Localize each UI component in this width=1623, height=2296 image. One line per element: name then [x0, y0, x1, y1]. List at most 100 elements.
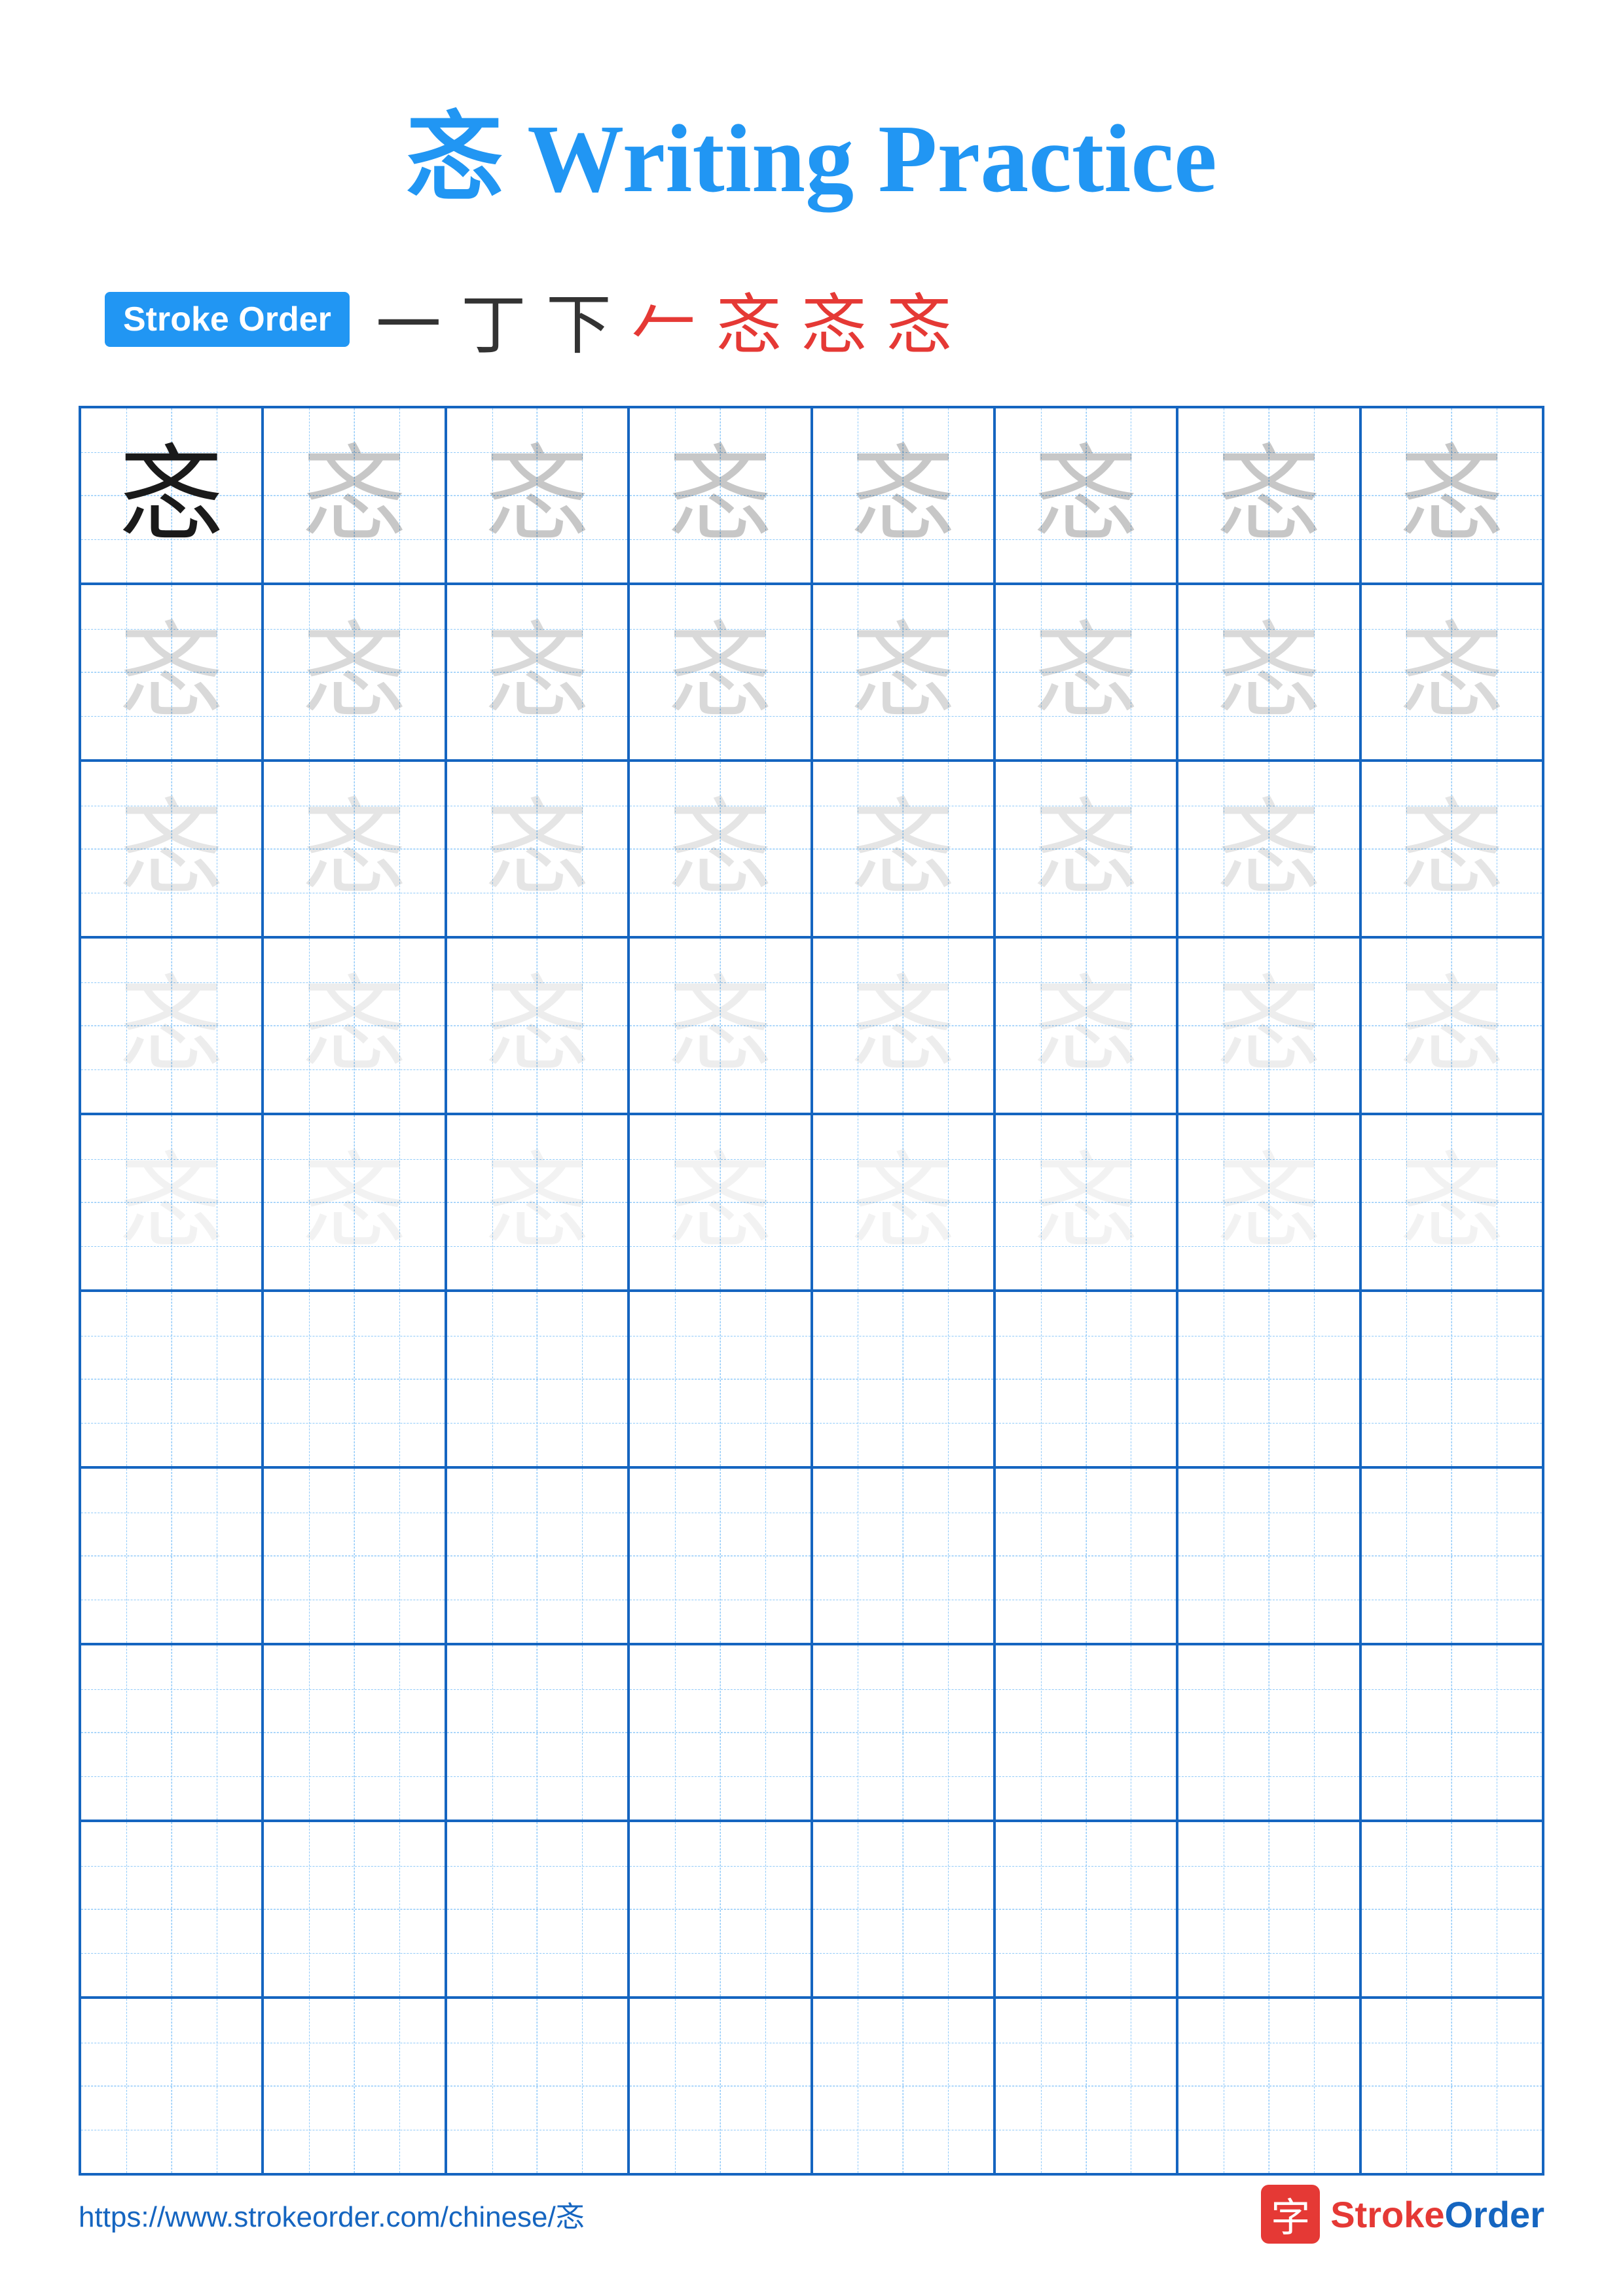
grid-cell[interactable]: 忞: [812, 407, 994, 584]
grid-cell[interactable]: 忞: [629, 761, 811, 937]
grid-cell[interactable]: [994, 1821, 1177, 1998]
grid-cell[interactable]: 忞: [446, 407, 629, 584]
page-container: 忞 Writing Practice Stroke Order 一 丁 下 𠂉 …: [0, 0, 1623, 2296]
grid-cell[interactable]: 忞: [446, 1114, 629, 1291]
grid-cell[interactable]: 忞: [994, 584, 1177, 761]
grid-cell[interactable]: 忞: [80, 407, 263, 584]
grid-cell[interactable]: 忞: [263, 937, 445, 1114]
grid-cell[interactable]: [263, 1467, 445, 1644]
grid-cell[interactable]: [812, 1821, 994, 1998]
grid-cell[interactable]: 忞: [1177, 1114, 1360, 1291]
grid-cell[interactable]: 忞: [1360, 937, 1543, 1114]
grid-cell[interactable]: [80, 1467, 263, 1644]
grid-cell[interactable]: 忞: [80, 584, 263, 761]
grid-cell[interactable]: 忞: [1360, 407, 1543, 584]
grid-cell[interactable]: 忞: [80, 1114, 263, 1291]
grid-cell[interactable]: [812, 1467, 994, 1644]
grid-cell[interactable]: [994, 1467, 1177, 1644]
grid-row-4: 忞 忞: [80, 937, 1543, 1114]
grid-cell[interactable]: 忞: [1177, 407, 1360, 584]
grid-cell[interactable]: 忞: [1360, 1114, 1543, 1291]
grid-cell[interactable]: [446, 1644, 629, 1821]
grid-cell[interactable]: [994, 1291, 1177, 1467]
grid-cell[interactable]: [1177, 1998, 1360, 2174]
grid-cell[interactable]: 忞: [812, 937, 994, 1114]
grid-cell[interactable]: 忞: [446, 937, 629, 1114]
practice-char: 忞: [119, 1150, 224, 1255]
grid-cell[interactable]: [1177, 1467, 1360, 1644]
grid-row-1: 忞 忞: [80, 407, 1543, 584]
grid-cell[interactable]: [994, 1644, 1177, 1821]
grid-cell[interactable]: [263, 1998, 445, 2174]
practice-char: 忞: [484, 973, 589, 1078]
grid-row-8: [80, 1644, 1543, 1821]
grid-cell[interactable]: 忞: [994, 1114, 1177, 1291]
practice-char: 忞: [484, 443, 589, 548]
grid-cell[interactable]: [446, 1998, 629, 2174]
grid-cell[interactable]: [263, 1291, 445, 1467]
grid-cell[interactable]: 忞: [994, 937, 1177, 1114]
grid-cell[interactable]: [1177, 1644, 1360, 1821]
grid-cell[interactable]: 忞: [1177, 584, 1360, 761]
grid-cell[interactable]: [629, 1291, 811, 1467]
footer-url[interactable]: https://www.strokeorder.com/chinese/忞: [79, 2193, 585, 2235]
grid-cell[interactable]: 忞: [629, 584, 811, 761]
grid-cell[interactable]: [1360, 1467, 1543, 1644]
grid-cell[interactable]: [263, 1644, 445, 1821]
grid-cell[interactable]: [80, 1821, 263, 1998]
grid-cell[interactable]: [629, 1821, 811, 1998]
stroke-6: 忞: [801, 272, 867, 367]
grid-cell[interactable]: [446, 1467, 629, 1644]
stroke-5: 忞: [716, 272, 782, 367]
grid-cell[interactable]: [1360, 1998, 1543, 2174]
grid-cell[interactable]: 忞: [1360, 584, 1543, 761]
grid-cell[interactable]: [446, 1291, 629, 1467]
grid-cell[interactable]: 忞: [263, 761, 445, 937]
grid-cell[interactable]: 忞: [629, 1114, 811, 1291]
grid-cell[interactable]: 忞: [263, 584, 445, 761]
grid-cell[interactable]: 忞: [629, 937, 811, 1114]
grid-cell[interactable]: 忞: [446, 584, 629, 761]
practice-char: 忞: [668, 797, 773, 901]
grid-cell[interactable]: 忞: [263, 1114, 445, 1291]
grid-cell[interactable]: 忞: [80, 761, 263, 937]
grid-cell[interactable]: [1360, 1291, 1543, 1467]
grid-cell[interactable]: [1360, 1644, 1543, 1821]
practice-char: 忞: [668, 620, 773, 725]
grid-cell[interactable]: 忞: [1177, 937, 1360, 1114]
grid-cell[interactable]: 忞: [994, 407, 1177, 584]
grid-cell[interactable]: 忞: [446, 761, 629, 937]
stroke-7: 忞: [886, 272, 952, 367]
grid-cell[interactable]: 忞: [1177, 761, 1360, 937]
grid-cell[interactable]: 忞: [80, 937, 263, 1114]
grid-cell[interactable]: [446, 1821, 629, 1998]
logo-character: 字: [1271, 2186, 1310, 2243]
grid-cell[interactable]: [80, 1291, 263, 1467]
grid-cell[interactable]: [994, 1998, 1177, 2174]
grid-cell[interactable]: 忞: [812, 1114, 994, 1291]
grid-cell[interactable]: [263, 1821, 445, 1998]
grid-cell[interactable]: [1177, 1291, 1360, 1467]
practice-char: 忞: [119, 620, 224, 725]
grid-cell[interactable]: [812, 1998, 994, 2174]
grid-cell[interactable]: [629, 1467, 811, 1644]
practice-char: 忞: [850, 443, 955, 548]
grid-cell[interactable]: [812, 1291, 994, 1467]
grid-cell[interactable]: 忞: [263, 407, 445, 584]
grid-cell[interactable]: [1360, 1821, 1543, 1998]
grid-cell[interactable]: 忞: [629, 407, 811, 584]
grid-cell[interactable]: 忞: [1360, 761, 1543, 937]
grid-cell[interactable]: [1177, 1821, 1360, 1998]
grid-cell[interactable]: [629, 1644, 811, 1821]
practice-char: 忞: [1216, 620, 1321, 725]
grid-cell[interactable]: [629, 1998, 811, 2174]
grid-cell[interactable]: [80, 1998, 263, 2174]
practice-char: 忞: [119, 443, 224, 548]
grid-cell[interactable]: 忞: [994, 761, 1177, 937]
grid-cell[interactable]: 忞: [812, 761, 994, 937]
grid-cell[interactable]: [80, 1644, 263, 1821]
practice-char: 忞: [850, 620, 955, 725]
grid-cell[interactable]: [812, 1644, 994, 1821]
grid-cell[interactable]: 忞: [812, 584, 994, 761]
stroke-2: 丁: [461, 272, 526, 367]
